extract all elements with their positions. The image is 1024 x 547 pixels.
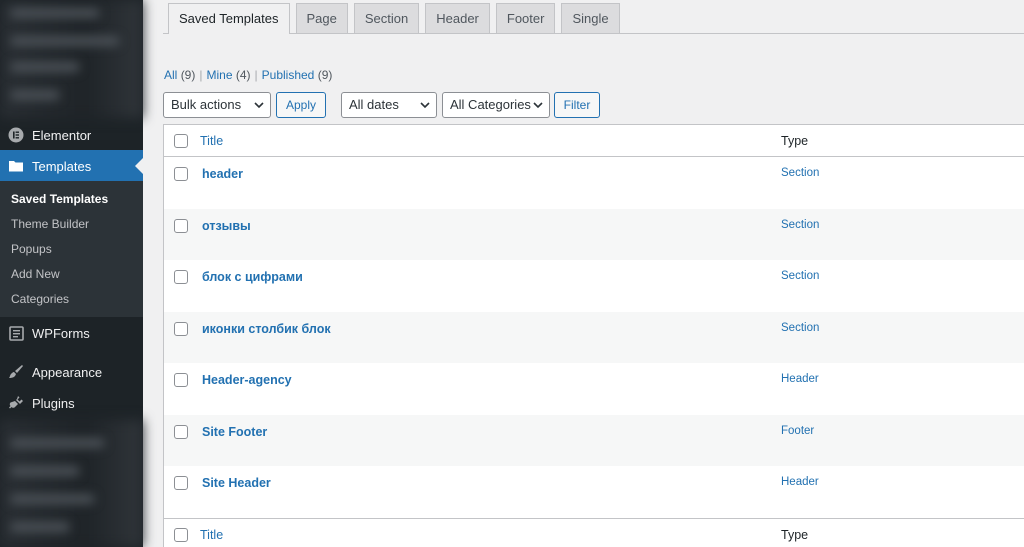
row-checkbox[interactable] <box>174 218 188 233</box>
templates-table: Title Type header Section отзывы Section бло… <box>163 124 1024 547</box>
submenu-saved-templates[interactable]: Saved Templates <box>0 188 143 213</box>
chevron-down-icon <box>420 93 430 127</box>
table-body: header Section отзывы Section блок с цифрами… <box>164 157 1024 518</box>
tab-single[interactable]: Single <box>561 3 620 33</box>
blurred-menu-item <box>10 438 105 448</box>
filter-all-link[interactable]: All (9) <box>164 68 195 82</box>
blurred-menu-item <box>10 494 95 504</box>
bulk-actions-value: Bulk actions <box>171 97 242 112</box>
bulk-actions-select[interactable]: Bulk actions <box>163 92 271 118</box>
column-type-footer: Type <box>781 527 809 542</box>
template-title-link[interactable]: Site Footer <box>202 425 267 439</box>
tab-footer[interactable]: Footer <box>495 3 556 33</box>
table-header: Title Type <box>164 125 1024 157</box>
template-title-link[interactable]: Site Header <box>202 476 271 490</box>
blurred-menu-item <box>10 522 70 532</box>
table-row: Header-agency Header <box>164 363 1024 415</box>
templates-submenu: Saved Templates Theme Builder Popups Add… <box>0 181 143 317</box>
table-row: иконки столбик блок Section <box>164 311 1024 363</box>
filter-mine-link[interactable]: Mine (4) <box>206 68 250 82</box>
template-type-link[interactable]: Header <box>781 476 819 488</box>
table-row: header Section <box>164 157 1024 209</box>
select-all-checkbox[interactable] <box>174 134 188 148</box>
filter-published-label: Published <box>261 68 315 82</box>
plugin-icon <box>0 395 32 411</box>
template-title-link[interactable]: блок с цифрами <box>202 270 303 284</box>
template-type-link[interactable]: Footer <box>781 425 814 437</box>
column-type-header: Type <box>781 134 809 148</box>
template-type-link[interactable]: Section <box>781 167 819 179</box>
categories-select[interactable]: All Categories <box>442 92 550 118</box>
tab-saved-templates[interactable]: Saved Templates <box>168 3 290 34</box>
admin-sidebar: Elementor Templates Saved Templates Them… <box>0 0 143 547</box>
row-checkbox[interactable] <box>174 476 188 490</box>
row-checkbox[interactable] <box>174 321 188 336</box>
template-title-link[interactable]: иконки столбик блок <box>202 322 331 336</box>
sidebar-item-label: Elementor <box>32 127 92 143</box>
blurred-menu-item <box>10 8 100 18</box>
row-checkbox[interactable] <box>174 270 188 284</box>
sidebar-item-label: Plugins <box>32 395 75 411</box>
row-checkbox[interactable] <box>174 424 188 439</box>
table-row: Site Header Header <box>164 466 1024 518</box>
template-type-tabs: Saved Templates Page Section Header Foot… <box>168 3 626 34</box>
sidebar-item-plugins[interactable]: Plugins <box>0 387 143 419</box>
select-all-checkbox[interactable] <box>174 527 188 542</box>
sidebar-item-label: Appearance <box>32 364 103 380</box>
table-row: Site Footer Footer <box>164 414 1024 466</box>
submenu-categories[interactable]: Categories <box>0 288 143 313</box>
blurred-menu-item <box>10 36 120 46</box>
row-checkbox[interactable] <box>174 373 188 387</box>
dates-select[interactable]: All dates <box>341 92 437 118</box>
blurred-menu-item <box>10 466 80 476</box>
template-title-link[interactable]: отзывы <box>202 219 251 233</box>
elementor-icon <box>0 127 32 143</box>
chevron-down-icon <box>533 93 543 127</box>
table-footer: Title Type <box>164 517 1024 547</box>
filter-mine-label: Mine <box>206 68 233 82</box>
sidebar-item-appearance[interactable]: Appearance <box>0 356 143 388</box>
column-title-header[interactable]: Title <box>200 134 223 148</box>
template-type-link[interactable]: Section <box>781 322 819 334</box>
filter-mine-count: (4) <box>235 68 251 82</box>
tab-section[interactable]: Section <box>353 3 420 33</box>
sidebar-item-label: WPForms <box>32 325 90 341</box>
blurred-menu-item <box>10 90 60 100</box>
sidebar-item-wpforms[interactable]: WPForms <box>0 317 143 349</box>
apply-button[interactable]: Apply <box>276 92 326 118</box>
column-title-footer[interactable]: Title <box>200 528 223 542</box>
tab-header[interactable]: Header <box>425 3 490 33</box>
folder-icon <box>0 159 32 173</box>
template-type-link[interactable]: Section <box>781 270 819 282</box>
categories-value: All Categories <box>450 97 531 112</box>
chevron-down-icon <box>254 93 264 127</box>
blurred-menu-item <box>10 62 80 72</box>
sidebar-item-elementor[interactable]: Elementor <box>0 119 143 151</box>
sidebar-item-label: Templates <box>32 158 92 174</box>
sidebar-item-templates[interactable]: Templates <box>0 150 143 182</box>
filter-button[interactable]: Filter <box>554 92 600 118</box>
template-title-link[interactable]: Header-agency <box>202 373 292 387</box>
forms-icon <box>0 325 32 341</box>
filter-published-link[interactable]: Published (9) <box>262 68 333 82</box>
filter-all-label: All <box>164 68 178 82</box>
filter-published-count: (9) <box>317 68 333 82</box>
brush-icon <box>0 364 32 380</box>
tab-page[interactable]: Page <box>295 3 348 33</box>
submenu-popups[interactable]: Popups <box>0 238 143 263</box>
status-filter-links: All (9) | Mine (4) | Published (9) <box>164 68 333 82</box>
dates-value: All dates <box>349 97 399 112</box>
main-content: Saved Templates Page Section Header Foot… <box>143 0 1024 547</box>
submenu-add-new[interactable]: Add New <box>0 263 143 288</box>
filter-all-count: (9) <box>180 68 196 82</box>
submenu-theme-builder[interactable]: Theme Builder <box>0 213 143 238</box>
table-row: блок с цифрами Section <box>164 260 1024 312</box>
template-title-link[interactable]: header <box>202 167 243 181</box>
template-type-link[interactable]: Section <box>781 219 819 231</box>
template-type-link[interactable]: Header <box>781 373 819 385</box>
row-checkbox[interactable] <box>174 167 188 181</box>
table-row: отзывы Section <box>164 208 1024 260</box>
